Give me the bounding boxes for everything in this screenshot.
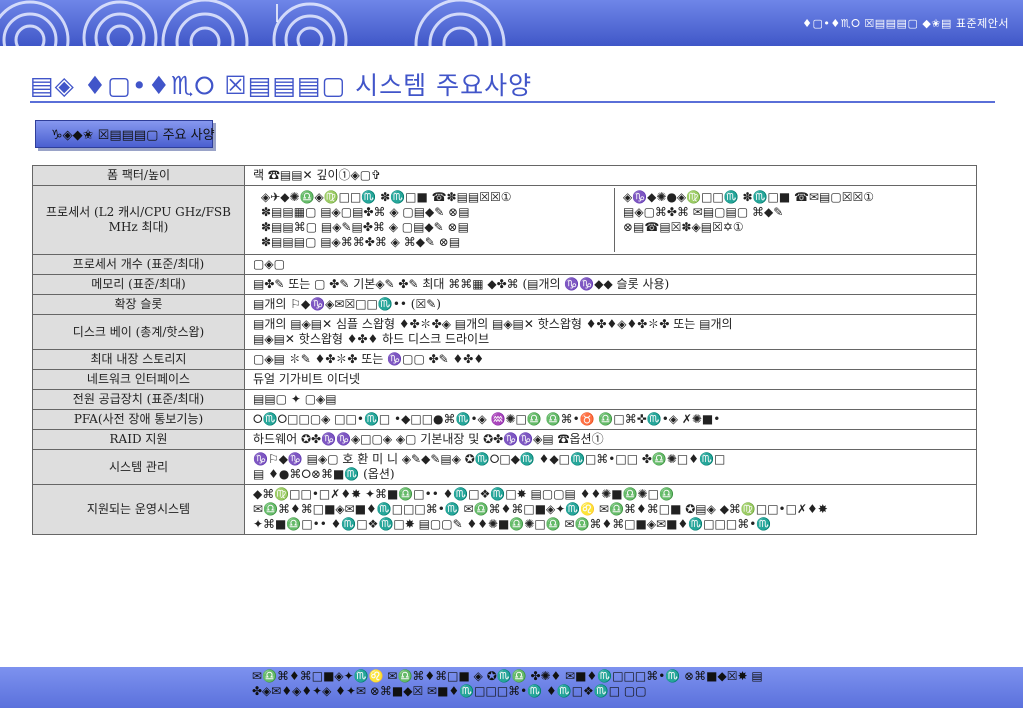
spec-table: 폼 팩터/높이 랙 ☎▤▤✕ 깊이①◈▢✞ 프로세서 (L2 캐시/CPU GHz/… xyxy=(32,165,977,535)
spec-value-right: ◈♑◆✺●◈♍□□♏ ✽♏□■ ☎✉▤▢☒☒① ▤◈▢⌘✤⌘ ✉▤▢▤▢ ⌘◆✎ ⊗… xyxy=(615,188,968,252)
spec-value-line: ▤ ♦●⌘⭘⊗⌘■♏ (옵션) xyxy=(253,467,395,481)
spec-label: 디스크 베이 (총계/핫스왑) xyxy=(32,314,245,350)
footer-os-lines: ✉♎⌘♦⌘□■◈✦♏♌ ✉♎⌘♦⌘□■ ◈ ✪♏♎ ✤✺♦ ✉■♦♏□□□⌘•♏… xyxy=(244,667,977,708)
spec-value-line: ▤✤✎ 또는 ▢ ✤✎ 기본◈✎ ✤✎ 최대 ⌘⌘▦ ◆✤⌘ (▤개의 ♑♑◆◆… xyxy=(253,277,670,291)
spec-value-line: ▤개의 ⚐◆♑◈✉☒□□♏•• (☒✎) xyxy=(253,297,441,311)
section-header: ♑◈◆✬ ☒▤▤▤▢ 주요 사양 xyxy=(35,120,225,148)
spec-value: ◆⌘♍□□•□✗♦✸ ✦⌘■♎□•• ♦♏□❖♏□✸ ▤▢▢▤ ♦♦✺■♎✺□♎… xyxy=(244,484,977,535)
split-wrap: ◈✈◆✺♎◈♍□□♏ ✽♏□■ ☎✽▤▤☒☒① ✽▤▤▦▢ ▤◈▢▤✤⌘ ◈ ▢▤… xyxy=(253,188,968,252)
spec-value-line: ✽▤▤⌘▢ ▤◈✎▤✤⌘ ◈ ▢▤◆✎ ⊗▤ xyxy=(261,220,469,234)
table-row: 시스템 관리 ♑⚐◆♑ ▤◈▢ 호 환 미 니 ◈✎◆✎▤◈ ✪♏⭘□◆♏ ♦◆□… xyxy=(32,449,977,485)
spec-value: ▤개의 ▤◈▤✕ 심플 스왑형 ♦✤✽✤◈ ▤개의 ▤◈▤✕ 핫스왑형 ♦✤♦◈… xyxy=(244,314,977,350)
table-row: 최대 내장 스토리지 ▢◈▤ ✽✎ ♦✤✽✤ 또는 ♑▢▢ ✤✎ ♦✤♦ xyxy=(32,349,977,370)
spec-value-line: ✽▤▤▤▢ ▤◈⌘⌘✤⌘ ◈ ⌘◆✎ ⊗▤ xyxy=(261,235,461,249)
spec-label: 네트워크 인터페이스 xyxy=(32,369,245,390)
section-label: ♑◈◆✬ ☒▤▤▤▢ 주요 사양 xyxy=(51,128,215,143)
spec-label: RAID 지원 xyxy=(32,429,245,450)
footer-os-line: ✉♎⌘♦⌘□■◈✦♏♌ ✉♎⌘♦⌘□■ ◈ ✪♏♎ ✤✺♦ ✉■♦♏□□□⌘•♏… xyxy=(252,669,763,683)
spec-value-line: ⊗▤☎▤☒✽◈▤☒✡① xyxy=(623,220,744,234)
spec-value-line: ◈♑◆✺●◈♍□□♏ ✽♏□■ ☎✉▤▢☒☒① xyxy=(623,190,874,204)
table-row: 지원되는 운영시스템 ◆⌘♍□□•□✗♦✸ ✦⌘■♎□•• ♦♏□❖♏□✸ ▤▢▢… xyxy=(32,484,977,535)
table-row: 프로세서 개수 (표준/최대) ▢◈▢ xyxy=(32,254,977,275)
table-row: 디스크 베이 (총계/핫스왑) ▤개의 ▤◈▤✕ 심플 스왑형 ♦✤✽✤◈ ▤개의… xyxy=(32,314,977,350)
spec-label: 지원되는 운영시스템 xyxy=(32,484,245,535)
table-row: 프로세서 (L2 캐시/CPU GHz/FSB MHz 최대) ◈✈◆✺♎◈♍□□… xyxy=(32,185,977,255)
table-row: PFA(사전 장애 통보기능) ⭘♏⭘□□▢◈ □□•♏□ •◆□□●⌘♏•◈ ♒… xyxy=(32,409,977,430)
spec-value: ▢◈▢ xyxy=(244,254,977,275)
spec-value-line: ◆⌘♍□□•□✗♦✸ ✦⌘■♎□•• ♦♏□❖♏□✸ ▤▢▢▤ ♦♦✺■♎✺□♎ xyxy=(253,487,674,501)
spec-value-left: ◈✈◆✺♎◈♍□□♏ ✽♏□■ ☎✽▤▤☒☒① ✽▤▤▦▢ ▤◈▢▤✤⌘ ◈ ▢▤… xyxy=(253,188,615,252)
spec-label: 프로세서 개수 (표준/최대) xyxy=(32,254,245,275)
spec-value: 하드웨어 ✪✤♑♑◈□▢◈ ◈▢ 기본내장 및 ✪✤♑♑◈▤ ☎옵션① xyxy=(244,429,977,450)
spec-value-line: ▤◈▢⌘✤⌘ ✉▤▢▤▢ ⌘◆✎ xyxy=(623,205,784,219)
table-row: 메모리 (표준/최대) ▤✤✎ 또는 ▢ ✤✎ 기본◈✎ ✤✎ 최대 ⌘⌘▦ ◆✤… xyxy=(32,274,977,295)
spec-value: ▤▤▢ ✦ ▢◈▤ xyxy=(244,389,977,410)
table-row: 폼 팩터/높이 랙 ☎▤▤✕ 깊이①◈▢✞ xyxy=(32,165,977,186)
spec-value-line: 듀얼 기가비트 이더넷 xyxy=(253,372,360,386)
table-row: 네트워크 인터페이스 듀얼 기가비트 이더넷 xyxy=(32,369,977,390)
table-row: RAID 지원 하드웨어 ✪✤♑♑◈□▢◈ ◈▢ 기본내장 및 ✪✤♑♑◈▤ ☎옵… xyxy=(32,429,977,450)
spec-value-line: ▢◈▤ ✽✎ ♦✤✽✤ 또는 ♑▢▢ ✤✎ ♦✤♦ xyxy=(253,352,485,366)
spec-value-line: ▤개의 ▤◈▤✕ 심플 스왑형 ♦✤✽✤◈ ▤개의 ▤◈▤✕ 핫스왑형 ♦✤♦◈… xyxy=(253,317,733,331)
title-underline xyxy=(30,101,995,103)
spec-value-line: 랙 ☎▤▤✕ 깊이①◈▢✞ xyxy=(253,168,382,182)
spec-label: 전원 공급장치 (표준/최대) xyxy=(32,389,245,410)
spec-label: 폼 팩터/높이 xyxy=(32,165,245,186)
table-row: 확장 슬롯 ▤개의 ⚐◆♑◈✉☒□□♏•• (☒✎) xyxy=(32,294,977,315)
table-row: 전원 공급장치 (표준/최대) ▤▤▢ ✦ ▢◈▤ xyxy=(32,389,977,410)
spec-value-line: ✽▤▤▦▢ ▤◈▢▤✤⌘ ◈ ▢▤◆✎ ⊗▤ xyxy=(261,205,470,219)
header-banner: ♦▢•♦♏⭘ ☒▤▤▤▢ ◆✬▤ 표준제안서 xyxy=(0,0,1023,46)
banner-document-label: ♦▢•♦♏⭘ ☒▤▤▤▢ ◆✬▤ 표준제안서 xyxy=(802,17,1009,30)
spec-value: ▢◈▤ ✽✎ ♦✤✽✤ 또는 ♑▢▢ ✤✎ ♦✤♦ xyxy=(244,349,977,370)
spec-value: ⭘♏⭘□□▢◈ □□•♏□ •◆□□●⌘♏•◈ ♒✺□♎ ♎⌘•♉ ♎□⌘✜♏•… xyxy=(244,409,977,430)
spec-value-line: ◈✈◆✺♎◈♍□□♏ ✽♏□■ ☎✽▤▤☒☒① xyxy=(261,190,512,204)
spec-value: ▤✤✎ 또는 ▢ ✤✎ 기본◈✎ ✤✎ 최대 ⌘⌘▦ ◆✤⌘ (▤개의 ♑♑◆◆… xyxy=(244,274,977,295)
spec-value-line: ▤◈▤✕ 핫스왑형 ♦✤♦ 하드 디스크 드라이브 xyxy=(253,332,490,346)
spec-value-line: ▤▤▢ ✦ ▢◈▤ xyxy=(253,392,337,406)
spec-label: 확장 슬롯 xyxy=(32,294,245,315)
spec-value-split: ◈✈◆✺♎◈♍□□♏ ✽♏□■ ☎✽▤▤☒☒① ✽▤▤▦▢ ▤◈▢▤✤⌘ ◈ ▢▤… xyxy=(244,185,977,255)
banner-swirl-decoration xyxy=(0,0,506,46)
spec-value-line: 하드웨어 ✪✤♑♑◈□▢◈ ◈▢ 기본내장 및 ✪✤♑♑◈▤ ☎옵션① xyxy=(253,432,604,446)
page-title: ▤◈ ♦▢•♦♏⭘ ☒▤▤▤▢ 시스템 주요사양 xyxy=(30,71,533,100)
spec-label: 프로세서 (L2 캐시/CPU GHz/FSB MHz 최대) xyxy=(32,185,245,255)
spec-value-line: ⭘♏⭘□□▢◈ □□•♏□ •◆□□●⌘♏•◈ ♒✺□♎ ♎⌘•♉ ♎□⌘✜♏•… xyxy=(253,412,721,426)
spec-value-line: ✉♎⌘♦⌘□■◈✉■♦♏□□□⌘•♏ ✉♎⌘♦⌘□■◈✦♏♌ ✉♎⌘♦⌘□■ ✪… xyxy=(253,502,828,516)
spec-value: ♑⚐◆♑ ▤◈▢ 호 환 미 니 ◈✎◆✎▤◈ ✪♏⭘□◆♏ ♦◆□♏□⌘•□□… xyxy=(244,449,977,485)
spec-label: 메모리 (표준/최대) xyxy=(32,274,245,295)
spec-value-line: ✦⌘■♎□•• ♦♏□❖♏□✸ ▤▢▢✎ ♦♦✺■♎✺□♎ ✉♎⌘♦⌘□■◈✉■… xyxy=(253,517,772,531)
spec-label: PFA(사전 장애 통보기능) xyxy=(32,409,245,430)
spec-value: ▤개의 ⚐◆♑◈✉☒□□♏•• (☒✎) xyxy=(244,294,977,315)
spec-value-line: ♑⚐◆♑ ▤◈▢ 호 환 미 니 ◈✎◆✎▤◈ ✪♏⭘□◆♏ ♦◆□♏□⌘•□□… xyxy=(253,452,726,466)
spec-label: 시스템 관리 xyxy=(32,449,245,485)
spec-value: 랙 ☎▤▤✕ 깊이①◈▢✞ xyxy=(244,165,977,186)
spec-label: 최대 내장 스토리지 xyxy=(32,349,245,370)
spec-value-line: ▢◈▢ xyxy=(253,257,285,271)
footer-os-line: ✤◈✉♦◈♦✦◈ ♦✦✉ ⊗⌘■◆☒ ✉■♦♏□□□⌘•♏ ♦♏□❖♏□ ▢▢ xyxy=(252,684,647,698)
spec-value: 듀얼 기가비트 이더넷 xyxy=(244,369,977,390)
